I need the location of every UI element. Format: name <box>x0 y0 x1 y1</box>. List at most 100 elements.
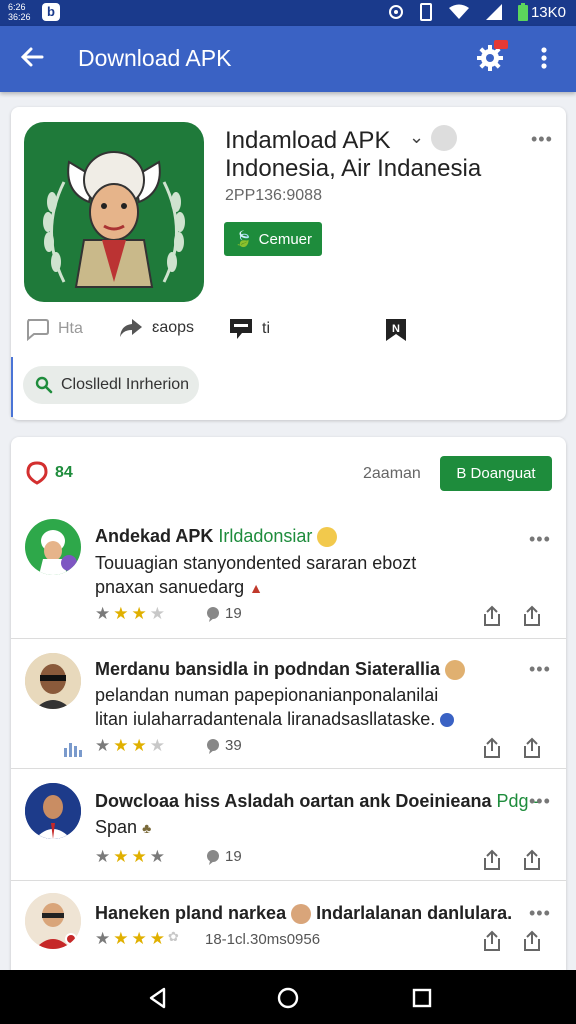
comment-count[interactable]: 19 <box>205 605 242 622</box>
export-icon[interactable] <box>521 605 543 627</box>
app-info-card: Indamload APK ⌄ Indonesia, Air Indanesia… <box>11 107 566 420</box>
share-icon[interactable] <box>481 849 503 871</box>
card-more-icon[interactable]: ••• <box>531 129 553 150</box>
app-notification-icon: b <box>42 3 60 21</box>
star-icon: ★ <box>113 929 129 948</box>
star-icon: ★ <box>149 847 165 866</box>
star-icon: ★ <box>131 929 147 948</box>
star-rating: ★ ★ ★ ★ <box>95 604 165 624</box>
message-action[interactable]: ti <box>228 317 270 341</box>
verified-emblem-icon <box>431 125 457 151</box>
export-icon[interactable] <box>521 737 543 759</box>
review-body-line: pelandan numan papepionanianponalanilai <box>95 685 439 705</box>
score-value: 84 <box>55 464 73 481</box>
export-icon[interactable] <box>521 930 543 952</box>
chevron-down-icon[interactable]: ⌄ <box>409 127 424 148</box>
review-more-icon[interactable]: ••• <box>529 903 551 924</box>
download-button[interactable]: B Doanguat <box>440 456 552 491</box>
summary-meta: 2aaman <box>363 465 421 482</box>
review-item[interactable]: Haneken pland narkea Indarlalanan danlul… <box>11 881 566 969</box>
back-arrow-icon[interactable] <box>18 43 46 71</box>
review-body-line: Span ♣ <box>95 817 152 837</box>
emoji-icon <box>317 527 338 548</box>
share-icon[interactable] <box>481 930 503 952</box>
star-rating: ★ ★ ★ ★ <box>95 847 165 867</box>
share-icon[interactable] <box>481 605 503 627</box>
star-icon: ★ <box>113 847 129 866</box>
install-button[interactable]: 🍃 Cemuer <box>224 222 322 256</box>
star-icon: ★ <box>95 929 111 948</box>
comment-count[interactable]: 39 <box>205 737 242 754</box>
star-icon: ★ <box>131 604 147 623</box>
search-icon <box>35 376 53 394</box>
star-icon: ★ <box>113 604 129 623</box>
comment-count-value: 19 <box>225 605 242 622</box>
comment-action[interactable]: Hta <box>24 317 83 341</box>
reviewer-avatar <box>25 519 81 575</box>
review-title: Haneken pland narkea Indarlalanan danlul… <box>95 903 513 925</box>
review-tag: Irldadonsiar <box>218 526 313 546</box>
app-subtitle: Indonesia, Air Indanesia <box>225 155 482 182</box>
emoji-icon <box>445 660 466 681</box>
review-more-icon[interactable]: ••• <box>529 659 551 680</box>
review-title: Andekad APK Irldadonsiar <box>95 526 338 548</box>
review-title-text: Dowcloaa hiss Asladah oartan ank Doeinie… <box>95 791 492 811</box>
share-action[interactable]: ɛaops <box>118 317 194 339</box>
bookmark-action[interactable]: N <box>384 317 408 343</box>
review-title-text: Merdanu bansidla in podndan Siaterallia <box>95 659 441 679</box>
review-title-text: Andekad APK <box>95 526 214 546</box>
nav-back-icon[interactable] <box>146 986 170 1010</box>
stats-bars-icon <box>64 743 82 757</box>
review-item[interactable]: Merdanu bansidla in podndan Siaterallia … <box>11 639 566 769</box>
review-item[interactable]: Dowcloaa hiss Asladah oartan ank Doeinie… <box>11 769 566 881</box>
plant-icon: ♣ <box>142 820 152 836</box>
message-icon <box>230 319 252 339</box>
export-icon[interactable] <box>521 849 543 871</box>
review-more-icon[interactable]: ••• <box>529 529 551 550</box>
nav-recents-icon[interactable] <box>410 986 434 1010</box>
reviewer-avatar <box>25 783 81 839</box>
review-body: Span ♣ <box>95 815 151 840</box>
action-row: Hta ɛaops ti N <box>24 317 544 347</box>
reviewer-avatar <box>25 893 81 949</box>
circle-status-icon <box>388 5 403 19</box>
star-icon: ★ <box>113 736 129 755</box>
star-icon: ★ <box>95 736 111 755</box>
review-body-line: Touuagian stanyondented sararan ebozt <box>95 553 417 573</box>
chat-bubble-icon <box>207 738 219 754</box>
chat-bubble-icon <box>207 606 219 622</box>
app-logo-icon <box>24 122 204 302</box>
share-action-label: ɛaops <box>152 319 195 336</box>
review-more-icon[interactable]: ••• <box>529 791 551 812</box>
chat-bubble-icon <box>207 849 219 865</box>
star-icon: ★ <box>149 604 165 623</box>
globe-icon <box>440 713 455 728</box>
star-icon: ★ <box>95 604 111 623</box>
location-pin-icon <box>26 461 48 485</box>
review-title: Merdanu bansidla in podndan Siaterallia <box>95 659 466 681</box>
share-icon[interactable] <box>481 737 503 759</box>
review-body-line-2: pnaxan sanuedarg ▲ <box>95 577 263 597</box>
review-item[interactable]: Andekad APK Irldadonsiar Touuagian stany… <box>11 509 566 639</box>
battery-icon <box>517 3 528 21</box>
star-icon: ★ <box>131 847 147 866</box>
flag-icon: ▲ <box>249 580 263 596</box>
app-name: Indamload APK <box>225 127 391 154</box>
nav-home-icon[interactable] <box>276 986 300 1010</box>
comment-count[interactable]: 19 <box>205 848 242 865</box>
bookmark-n-icon: N <box>386 319 406 341</box>
more-vert-icon[interactable] <box>536 44 552 72</box>
emoji-icon <box>291 904 312 925</box>
star-icon: ✿ <box>168 929 179 944</box>
svg-text:N: N <box>392 323 400 335</box>
message-action-label: ti <box>262 320 270 337</box>
install-button-label: Cemuer <box>258 230 313 248</box>
review-title: Dowcloaa hiss Asladah oartan ank Doeinie… <box>95 791 540 812</box>
star-rating: ★ ★ ★ ★ <box>95 736 165 756</box>
star-icon: ★ <box>149 736 165 755</box>
notification-badge <box>494 40 508 49</box>
filter-chip[interactable]: Closlledl Inrherion <box>23 366 199 404</box>
review-tag: Indarlalanan danlulara. <box>316 903 513 923</box>
filter-chip-label: Closlledl Inrherion <box>61 376 190 393</box>
comment-count-value: 18-1cl.30ms0956 <box>205 931 321 948</box>
